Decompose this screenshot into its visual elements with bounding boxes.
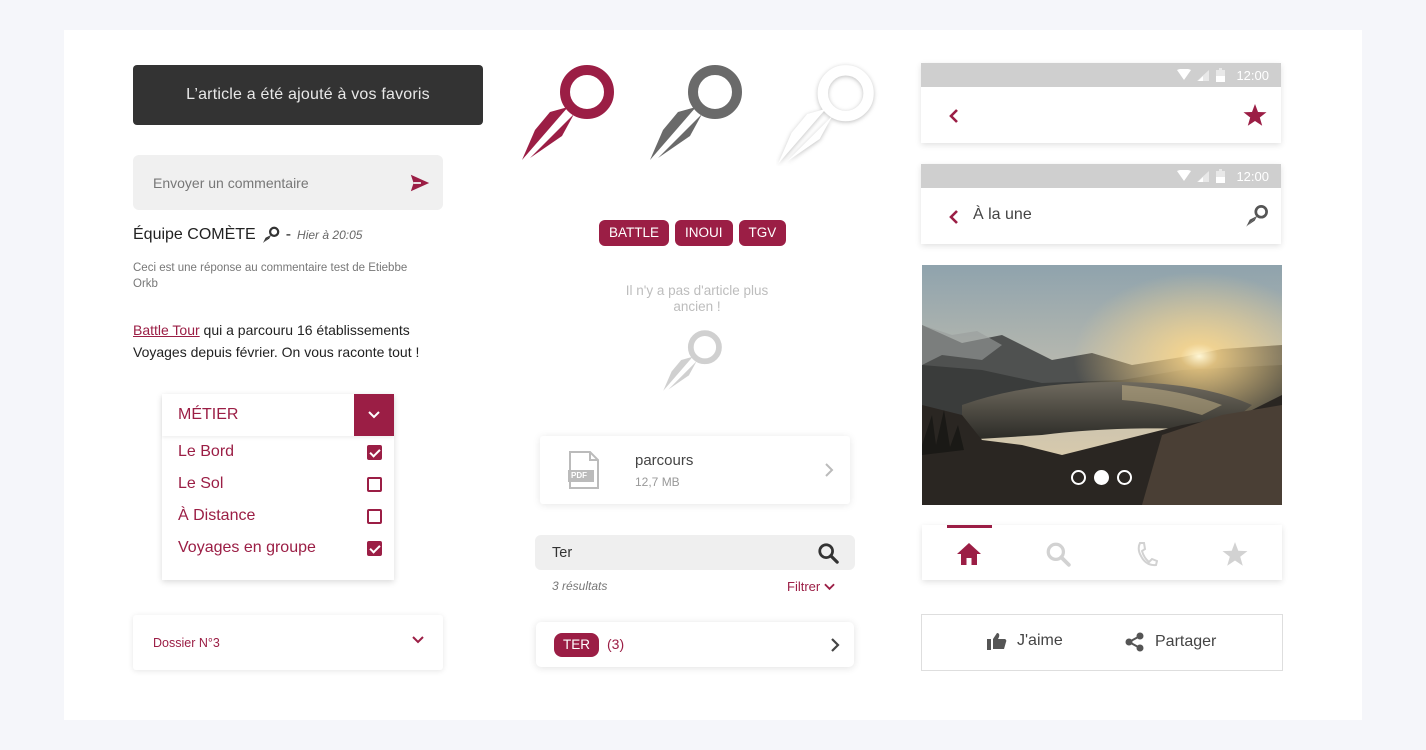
comet-logo-grey	[650, 65, 742, 160]
comet-icon[interactable]	[1245, 204, 1269, 228]
news-link[interactable]: Battle Tour	[133, 322, 200, 338]
carousel-dots	[1071, 470, 1132, 485]
back-arrow-icon[interactable]	[948, 209, 960, 225]
status-bar: 12:00	[921, 164, 1281, 188]
search-input[interactable]: Ter	[535, 535, 855, 570]
send-icon[interactable]	[409, 172, 431, 194]
chevron-down-icon	[412, 636, 424, 644]
back-arrow-icon[interactable]	[948, 108, 960, 124]
status-time: 12:00	[1236, 169, 1269, 184]
comment-author-line: Équipe COMÈTE - Hier à 20:05	[133, 226, 362, 244]
ter-tag: TER	[554, 633, 599, 657]
metier-option[interactable]: Voyages en groupe	[162, 532, 394, 564]
social-actions: J'aime Partager	[921, 614, 1283, 671]
like-button[interactable]: J'aime	[987, 632, 1063, 650]
wifi-icon	[1177, 69, 1191, 80]
battery-icon	[1216, 169, 1225, 183]
signal-icon	[1197, 171, 1209, 182]
metier-option[interactable]: À Distance	[162, 500, 394, 532]
favorite-toast: L’article a été ajouté à vos favoris	[133, 65, 483, 125]
tab-home[interactable]	[954, 539, 984, 569]
metier-option-label: Le Bord	[178, 443, 235, 460]
ter-result-card[interactable]: TER (3)	[536, 622, 854, 667]
checkbox[interactable]	[367, 541, 382, 556]
star-icon[interactable]	[1243, 103, 1267, 127]
chevron-right-icon	[831, 638, 840, 652]
star-icon	[1222, 542, 1248, 566]
chevron-right-icon	[825, 463, 834, 477]
pdf-badge: PDF	[571, 471, 587, 480]
comment-author: Équipe COMÈTE	[133, 226, 256, 243]
file-name: parcours	[635, 452, 694, 469]
comet-icon	[262, 226, 280, 244]
carousel-image[interactable]	[922, 265, 1282, 505]
tag-inoui[interactable]: INOUI	[675, 220, 733, 246]
share-label: Partager	[1155, 633, 1217, 650]
carousel-dot[interactable]	[1071, 470, 1086, 485]
wifi-icon	[1177, 170, 1191, 181]
metier-dropdown: MÉTIER Le Bord Le Sol À Distance Voyages…	[162, 394, 394, 580]
filter-label: Filtrer	[787, 579, 821, 594]
chevron-down-icon	[824, 583, 835, 590]
metier-header[interactable]: MÉTIER	[162, 394, 394, 436]
home-icon	[957, 543, 981, 565]
tag-list: BATTLE INOUI TGV	[599, 220, 787, 246]
comment-date: Hier à 20:05	[297, 228, 363, 242]
metier-option[interactable]: Le Bord	[162, 436, 394, 468]
phone-icon	[1137, 542, 1158, 567]
like-label: J'aime	[1017, 632, 1063, 649]
app-bar-home: 12:00 À la une	[921, 164, 1281, 244]
page-title: À la une	[973, 206, 1032, 223]
metier-option[interactable]: Le Sol	[162, 468, 394, 500]
active-tab-indicator	[947, 525, 992, 528]
comet-empty-icon	[663, 330, 722, 391]
comment-input[interactable]: Envoyer un commentaire	[133, 155, 443, 210]
comet-logo-crimson	[522, 65, 614, 160]
checkbox[interactable]	[367, 445, 382, 460]
file-size: 12,7 MB	[635, 475, 680, 489]
dossier-label: Dossier N°3	[153, 635, 220, 650]
metier-option-label: Le Sol	[178, 475, 224, 492]
filter-button[interactable]: Filtrer	[787, 579, 835, 594]
carousel-dot[interactable]	[1117, 470, 1132, 485]
checkbox[interactable]	[367, 509, 382, 524]
ter-count: (3)	[607, 636, 625, 652]
tab-search[interactable]	[1043, 539, 1073, 569]
results-count: 3 résultats	[552, 579, 608, 593]
app-bar-favorite: 12:00	[921, 63, 1281, 143]
landscape-image	[922, 265, 1282, 505]
status-bar: 12:00	[921, 63, 1281, 87]
toast-text: L’article a été ajouté à vos favoris	[186, 86, 430, 103]
bottom-tab-bar	[922, 525, 1282, 580]
search-icon	[1046, 542, 1071, 567]
tab-favorites[interactable]	[1220, 539, 1250, 569]
share-icon	[1125, 632, 1144, 652]
search-value: Ter	[552, 544, 573, 561]
share-button[interactable]: Partager	[1125, 632, 1216, 652]
checkbox[interactable]	[367, 477, 382, 492]
thumbs-up-icon	[987, 633, 1007, 650]
status-time: 12:00	[1236, 68, 1269, 83]
tag-battle[interactable]: BATTLE	[599, 220, 670, 246]
metier-option-label: Voyages en groupe	[178, 539, 316, 556]
carousel-dot-active[interactable]	[1094, 470, 1109, 485]
chevron-down-icon[interactable]	[354, 394, 394, 436]
signal-icon	[1197, 70, 1209, 81]
comet-logo-white	[778, 65, 874, 164]
metier-title: MÉTIER	[178, 406, 239, 423]
pdf-icon	[568, 451, 599, 489]
empty-state-text: Il n'y a pas d'article plus ancien !	[625, 283, 769, 314]
file-card[interactable]: PDF parcours 12,7 MB	[540, 436, 850, 504]
battery-icon	[1216, 68, 1225, 82]
tab-phone[interactable]	[1132, 539, 1162, 569]
tag-tgv[interactable]: TGV	[738, 220, 787, 246]
search-icon[interactable]	[817, 542, 839, 564]
comment-separator: -	[285, 226, 292, 243]
comment-placeholder: Envoyer un commentaire	[153, 174, 309, 191]
news-excerpt: Battle Tour qui a parcouru 16 établissem…	[133, 319, 453, 363]
dossier-accordion[interactable]: Dossier N°3	[133, 615, 443, 670]
metier-option-label: À Distance	[178, 507, 256, 524]
comment-reply: Ceci est une réponse au commentaire test…	[133, 262, 408, 290]
